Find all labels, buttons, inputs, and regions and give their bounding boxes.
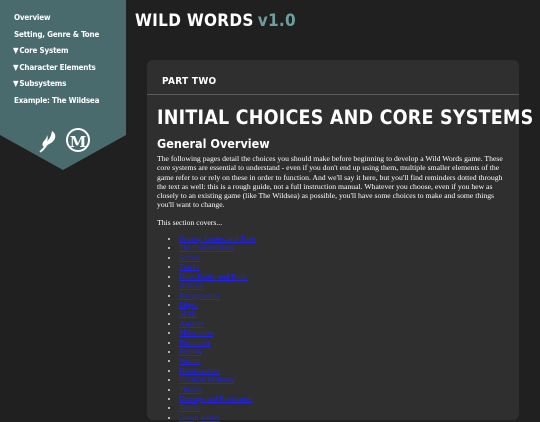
list-item: Skills	[179, 309, 512, 318]
list-item: Tracks	[179, 262, 512, 271]
sidebar-logos: M	[37, 128, 97, 154]
sidebar-nav: Overview Setting, Genre & Tone ▼Core Sys…	[13, 12, 99, 111]
section-links: Setting, Genre, and Tone The Conversatio…	[157, 234, 512, 422]
sidebar-item-overview[interactable]: Overview	[13, 12, 99, 29]
sidebar-item-core-system[interactable]: ▼Core System	[13, 45, 99, 62]
site-title-text: WILD WORDS	[135, 11, 254, 31]
list-item: Setting, Genre, and Tone	[179, 234, 512, 243]
sidebar-item-label: Subsystems	[19, 79, 67, 88]
sidebar-item-setting[interactable]: Setting, Genre & Tone	[13, 29, 99, 46]
page-title: INITIAL CHOICES AND CORE SYSTEMS	[157, 106, 534, 129]
link-dice-pools-rolls[interactable]: Dice, Pools, and Rolls	[179, 272, 248, 281]
version-label: v1.0	[257, 11, 296, 31]
chevron-down-icon: ▼	[13, 79, 19, 88]
list-item: Actions	[179, 281, 512, 290]
link-backgrounds[interactable]: Backgrounds	[179, 291, 220, 300]
link-damage-resistance[interactable]: Damage and Resistance	[179, 394, 252, 403]
sidebar-item-label: Overview	[14, 13, 51, 22]
sidebar-item-subsystems[interactable]: ▼Subsystems	[13, 78, 99, 95]
link-deterioration[interactable]: Deterioration	[179, 366, 220, 375]
sidebar-item-label: Character Elements	[19, 62, 96, 72]
intro-paragraph: The following pages detail the choices y…	[157, 154, 503, 210]
link-burden[interactable]: Burden	[179, 347, 202, 356]
link-creation-methods[interactable]: Creation Methods	[179, 375, 234, 384]
part-label: PART TWO	[162, 76, 217, 87]
list-item: Burden	[179, 347, 512, 356]
divider	[147, 94, 519, 95]
list-item: Dice, Pools, and Rolls	[179, 272, 512, 281]
list-item: Milestones	[179, 328, 512, 337]
list-item: Group Assets	[179, 413, 512, 422]
sidebar-item-label: Setting, Genre & Tone	[14, 29, 100, 39]
link-wealth[interactable]: Wealth	[179, 356, 201, 365]
link-aspects[interactable]: Aspects	[179, 319, 203, 328]
link-group-assets[interactable]: Group Assets	[179, 413, 220, 422]
link-resources[interactable]: Resources	[179, 338, 211, 347]
link-edges[interactable]: Edges	[179, 300, 198, 309]
sidebar-item-example[interactable]: Example: The Wildsea	[13, 95, 99, 112]
list-item: Deterioration	[179, 366, 512, 375]
link-setting-genre-tone[interactable]: Setting, Genre, and Tone	[179, 234, 255, 243]
list-item: Scenes	[179, 253, 512, 262]
chevron-down-icon: ▼	[13, 62, 19, 72]
link-threats[interactable]: Threats	[179, 385, 202, 394]
link-skills[interactable]: Skills	[179, 309, 197, 318]
link-the-conversation[interactable]: The Conversation	[179, 243, 234, 252]
link-scenes[interactable]: Scenes	[179, 253, 200, 262]
link-milestones[interactable]: Milestones	[179, 328, 213, 337]
list-item: Aspects	[179, 319, 512, 328]
list-item: Threats	[179, 385, 512, 394]
feather-quill-icon[interactable]	[37, 128, 59, 154]
sidebar-item-label: Core System	[19, 46, 69, 55]
section-heading: General Overview	[157, 136, 270, 151]
list-item: Edges	[179, 300, 512, 309]
covers-intro: This section covers...	[157, 217, 223, 227]
sidebar: Overview Setting, Genre & Tone ▼Core Sys…	[0, 0, 126, 135]
list-item: Resources	[179, 338, 512, 347]
list-item: Damage and Resistance	[179, 394, 512, 403]
sidebar-item-character-elements[interactable]: ▼Character Elements	[13, 62, 99, 79]
m-badge-icon[interactable]: M	[66, 128, 90, 152]
site-title[interactable]: WILD WORDS v1.0	[135, 11, 296, 31]
link-tracks[interactable]: Tracks	[179, 262, 200, 271]
sidebar-item-label: Example: The Wildsea	[14, 95, 100, 105]
list-item: Backgrounds	[179, 291, 512, 300]
list-item: The Conversation	[179, 243, 512, 252]
chevron-down-icon: ▼	[13, 46, 19, 55]
list-item: Creation Methods	[179, 375, 512, 384]
content-body: INITIAL CHOICES AND CORE SYSTEMS General…	[157, 98, 534, 422]
link-actions[interactable]: Actions	[179, 281, 203, 290]
list-item: Wealth	[179, 356, 512, 365]
content-card: PART TWO INITIAL CHOICES AND CORE SYSTEM…	[147, 60, 534, 422]
